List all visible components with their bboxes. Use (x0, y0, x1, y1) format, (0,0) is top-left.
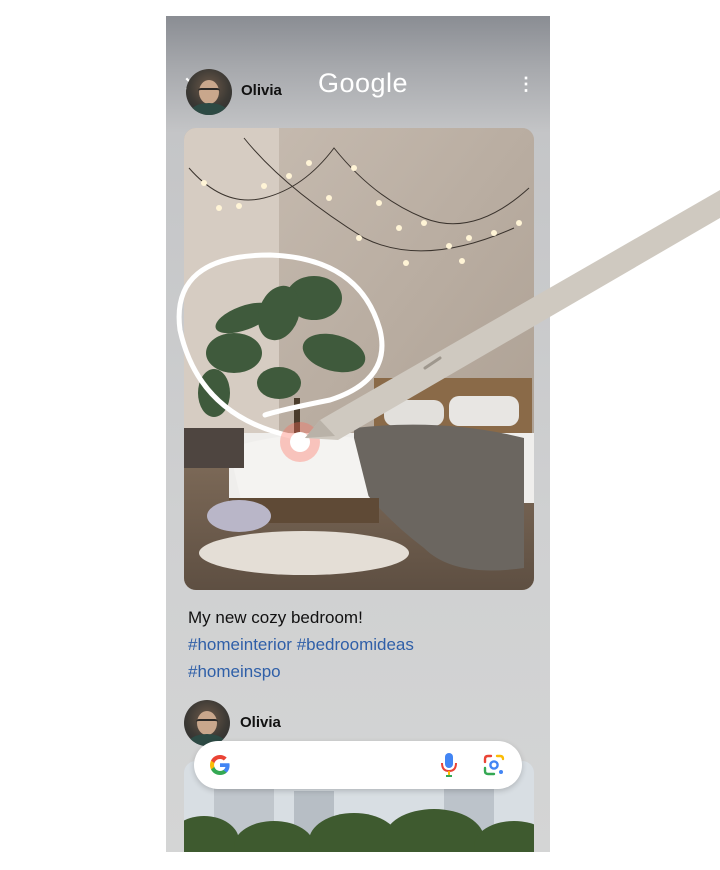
post-caption: My new cozy bedroom! #homeinterior #bedr… (188, 604, 528, 685)
avatar[interactable] (186, 69, 232, 115)
user-name[interactable]: Olivia (241, 82, 282, 99)
google-lens-icon[interactable] (482, 753, 506, 777)
microphone-icon[interactable] (440, 752, 458, 778)
hashtag-homeinterior[interactable]: #homeinterior (188, 635, 292, 654)
google-logo-text: Google (318, 68, 409, 98)
avatar[interactable] (184, 700, 230, 746)
hashtag-homeinspo[interactable]: #homeinspo (188, 662, 281, 681)
post-image[interactable] (184, 128, 534, 590)
top-bar: ✕ Olivia Google ⋮ (166, 16, 550, 126)
search-bar[interactable] (194, 741, 522, 789)
hashtag-bedroomideas[interactable]: #bedroomideas (297, 635, 414, 654)
user-name[interactable]: Olivia (240, 714, 281, 731)
caption-text: My new cozy bedroom! (188, 608, 363, 627)
more-vert-icon[interactable]: ⋮ (516, 72, 536, 96)
phone-screen: ✕ Olivia Google ⋮ (166, 16, 550, 852)
google-g-logo (210, 755, 230, 775)
